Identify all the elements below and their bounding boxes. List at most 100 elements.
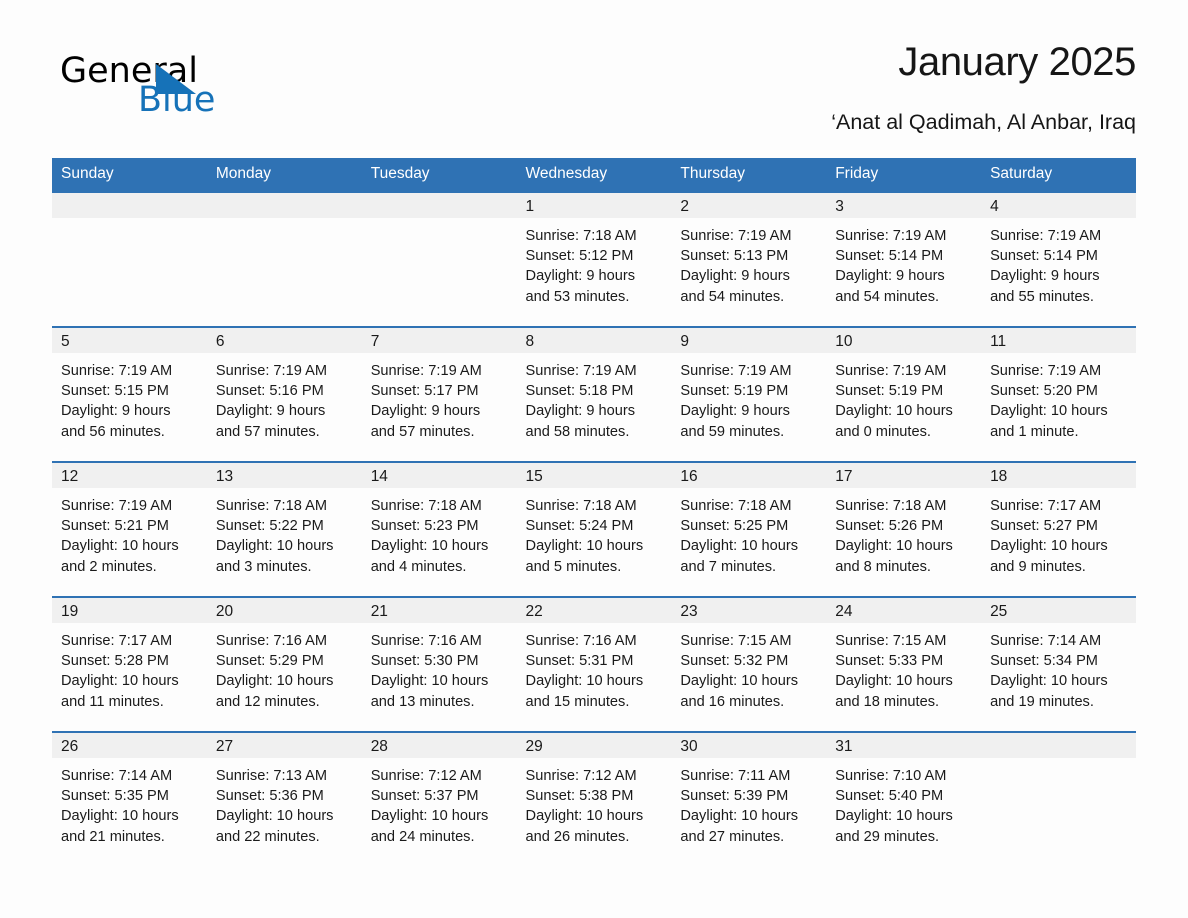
- day-details: Sunrise: 7:12 AM Sunset: 5:37 PM Daylight:…: [362, 758, 517, 847]
- sunrise-text: Sunrise: 7:16 AM: [525, 633, 637, 649]
- sunset-text: Sunset: 5:14 PM: [835, 248, 944, 265]
- day-cell[interactable]: 15 Sunrise: 7:18 AM Sunset: 5:24 PM Dayligh…: [516, 461, 672, 597]
- day-cell[interactable]: 18 Sunrise: 7:17 AM Sunset: 5:27 PM Dayligh…: [981, 461, 1136, 597]
- daylight-text-line1: Daylight: 10 hours: [215, 673, 334, 690]
- daylight-text-line1: Daylight: 10 hours: [61, 538, 179, 555]
- daylight-text-line1: Daylight: 10 hours: [835, 403, 953, 420]
- weekday-header-sunday: Sunday: [52, 158, 207, 192]
- daylight-text-line2: and 22 minutes.: [215, 828, 320, 845]
- day-cell[interactable]: 1 Sunrise: 7:18 AM Sunset: 5:12 PM Daylight…: [516, 191, 672, 327]
- day-cell[interactable]: 10 Sunrise: 7:19 AM Sunset: 5:19 PM Dayligh…: [826, 326, 982, 462]
- sunrise-text: Sunrise: 7:19 AM: [835, 228, 947, 244]
- sunset-text: Sunset: 5:23 PM: [370, 518, 479, 535]
- day-number: 23: [671, 598, 827, 623]
- day-number: 4: [981, 193, 1136, 218]
- day-details: Sunrise: 7:19 AM Sunset: 5:17 PM Daylight:…: [362, 353, 517, 442]
- day-cell[interactable]: 12 Sunrise: 7:19 AM Sunset: 5:21 PM Dayligh…: [52, 461, 207, 597]
- day-cell[interactable]: 3 Sunrise: 7:19 AM Sunset: 5:14 PM Daylight…: [826, 191, 982, 327]
- day-details: Sunrise: 7:14 AM Sunset: 5:35 PM Daylight:…: [52, 758, 207, 847]
- day-number: 13: [206, 463, 362, 488]
- sunset-text: Sunset: 5:14 PM: [990, 248, 1098, 265]
- sunset-text: Sunset: 5:33 PM: [835, 653, 944, 670]
- day-cell[interactable]: 24 Sunrise: 7:15 AM Sunset: 5:33 PM Dayligh…: [826, 596, 982, 732]
- sunset-text: Sunset: 5:36 PM: [215, 788, 324, 805]
- day-cell[interactable]: 28 Sunrise: 7:12 AM Sunset: 5:37 PM Dayligh…: [361, 731, 517, 866]
- sunrise-text: Sunrise: 7:18 AM: [680, 498, 792, 514]
- day-cell[interactable]: 16 Sunrise: 7:18 AM Sunset: 5:25 PM Dayligh…: [671, 461, 827, 597]
- daylight-text-line2: and 13 minutes.: [370, 693, 475, 710]
- day-cell[interactable]: 14 Sunrise: 7:18 AM Sunset: 5:23 PM Dayligh…: [361, 461, 517, 597]
- daylight-text-line2: and 2 minutes.: [61, 558, 157, 575]
- sunrise-text: Sunrise: 7:19 AM: [215, 363, 327, 379]
- sunrise-text: Sunrise: 7:18 AM: [835, 498, 947, 514]
- daylight-text-line1: Daylight: 10 hours: [370, 808, 489, 825]
- daylight-text-line1: Daylight: 9 hours: [61, 403, 171, 420]
- daylight-text-line2: and 5 minutes.: [525, 558, 622, 575]
- day-cell[interactable]: 8 Sunrise: 7:19 AM Sunset: 5:18 PM Daylight…: [516, 326, 672, 462]
- sunset-text: Sunset: 5:31 PM: [525, 653, 634, 670]
- daylight-text-line2: and 21 minutes.: [61, 828, 165, 845]
- day-number: [52, 193, 207, 218]
- day-cell[interactable]: 29 Sunrise: 7:12 AM Sunset: 5:38 PM Dayligh…: [516, 731, 672, 866]
- day-cell[interactable]: 4 Sunrise: 7:19 AM Sunset: 5:14 PM Daylight…: [981, 191, 1136, 327]
- day-cell[interactable]: 22 Sunrise: 7:16 AM Sunset: 5:31 PM Dayligh…: [516, 596, 672, 732]
- day-cell[interactable]: 27 Sunrise: 7:13 AM Sunset: 5:36 PM Dayligh…: [206, 731, 362, 866]
- day-cell[interactable]: 7 Sunrise: 7:19 AM Sunset: 5:17 PM Daylight…: [361, 326, 517, 462]
- daylight-text-line1: Daylight: 9 hours: [990, 268, 1100, 285]
- daylight-text-line2: and 26 minutes.: [525, 828, 630, 845]
- sunset-text: Sunset: 5:19 PM: [835, 383, 944, 400]
- day-cell[interactable]: 17 Sunrise: 7:18 AM Sunset: 5:26 PM Dayligh…: [826, 461, 982, 597]
- sunset-text: Sunset: 5:26 PM: [835, 518, 944, 535]
- general-blue-logo[interactable]: General Blue: [60, 52, 360, 132]
- page-subtitle: ‘Anat al Qadimah, Al Anbar, Iraq: [831, 110, 1136, 134]
- day-cell[interactable]: 21 Sunrise: 7:16 AM Sunset: 5:30 PM Dayligh…: [361, 596, 517, 732]
- day-cell[interactable]: 11 Sunrise: 7:19 AM Sunset: 5:20 PM Dayligh…: [981, 326, 1136, 462]
- daylight-text-line1: Daylight: 10 hours: [525, 673, 644, 690]
- day-details: Sunrise: 7:17 AM Sunset: 5:27 PM Daylight:…: [981, 488, 1136, 577]
- day-details: Sunrise: 7:19 AM Sunset: 5:13 PM Daylight:…: [671, 218, 826, 307]
- daylight-text-line2: and 59 minutes.: [680, 423, 785, 440]
- daylight-text-line1: Daylight: 10 hours: [835, 673, 953, 690]
- day-number: 8: [516, 328, 672, 353]
- calendar-page: General Blue January 2025 ‘Anat al Qadim…: [0, 0, 1188, 918]
- daylight-text-line2: and 54 minutes.: [680, 288, 785, 305]
- day-cell[interactable]: 13 Sunrise: 7:18 AM Sunset: 5:22 PM Dayligh…: [206, 461, 362, 597]
- sunrise-text: Sunrise: 7:12 AM: [525, 768, 637, 784]
- day-number: 22: [516, 598, 672, 623]
- sunrise-text: Sunrise: 7:19 AM: [680, 363, 792, 379]
- day-number: 1: [516, 193, 672, 218]
- day-details: Sunrise: 7:19 AM Sunset: 5:18 PM Daylight:…: [517, 353, 672, 442]
- daylight-text-line1: Daylight: 10 hours: [525, 538, 644, 555]
- sunrise-text: Sunrise: 7:10 AM: [835, 768, 947, 784]
- day-cell[interactable]: 20 Sunrise: 7:16 AM Sunset: 5:29 PM Dayligh…: [206, 596, 362, 732]
- daylight-text-line1: Daylight: 10 hours: [680, 538, 799, 555]
- day-cell[interactable]: 26 Sunrise: 7:14 AM Sunset: 5:35 PM Dayligh…: [52, 731, 207, 866]
- day-cell[interactable]: 6 Sunrise: 7:19 AM Sunset: 5:16 PM Daylight…: [206, 326, 362, 462]
- day-cell[interactable]: 25 Sunrise: 7:14 AM Sunset: 5:34 PM Dayligh…: [981, 596, 1136, 732]
- daylight-text-line2: and 54 minutes.: [835, 288, 940, 305]
- daylight-text-line2: and 8 minutes.: [835, 558, 931, 575]
- day-cell[interactable]: 19 Sunrise: 7:17 AM Sunset: 5:28 PM Dayligh…: [52, 596, 207, 732]
- day-details: Sunrise: 7:19 AM Sunset: 5:19 PM Daylight:…: [671, 353, 826, 442]
- day-cell[interactable]: 2 Sunrise: 7:19 AM Sunset: 5:13 PM Daylight…: [671, 191, 827, 327]
- day-details: Sunrise: 7:17 AM Sunset: 5:28 PM Daylight:…: [52, 623, 207, 712]
- day-number: 27: [206, 733, 362, 758]
- daylight-text-line1: Daylight: 10 hours: [680, 673, 799, 690]
- sunset-text: Sunset: 5:15 PM: [61, 383, 169, 400]
- daylight-text-line1: Daylight: 9 hours: [835, 268, 945, 285]
- day-number: 21: [361, 598, 517, 623]
- day-cell[interactable]: 30 Sunrise: 7:11 AM Sunset: 5:39 PM Dayligh…: [671, 731, 827, 866]
- sunset-text: Sunset: 5:37 PM: [370, 788, 479, 805]
- weekday-header-monday: Monday: [206, 158, 362, 192]
- page-title: January 2025: [898, 40, 1136, 84]
- day-cell[interactable]: 31 Sunrise: 7:10 AM Sunset: 5:40 PM Dayligh…: [826, 731, 982, 866]
- weekday-header-friday: Friday: [826, 158, 982, 192]
- day-cell[interactable]: 5 Sunrise: 7:19 AM Sunset: 5:15 PM Daylight…: [52, 326, 207, 462]
- day-cell[interactable]: 9 Sunrise: 7:19 AM Sunset: 5:19 PM Daylight…: [671, 326, 827, 462]
- day-cell[interactable]: 23 Sunrise: 7:15 AM Sunset: 5:32 PM Dayligh…: [671, 596, 827, 732]
- day-number: 9: [671, 328, 827, 353]
- daylight-text-line2: and 27 minutes.: [680, 828, 785, 845]
- day-details: Sunrise: 7:16 AM Sunset: 5:31 PM Daylight:…: [517, 623, 672, 712]
- sunrise-text: Sunrise: 7:19 AM: [61, 363, 173, 379]
- daylight-text-line1: Daylight: 10 hours: [990, 538, 1108, 555]
